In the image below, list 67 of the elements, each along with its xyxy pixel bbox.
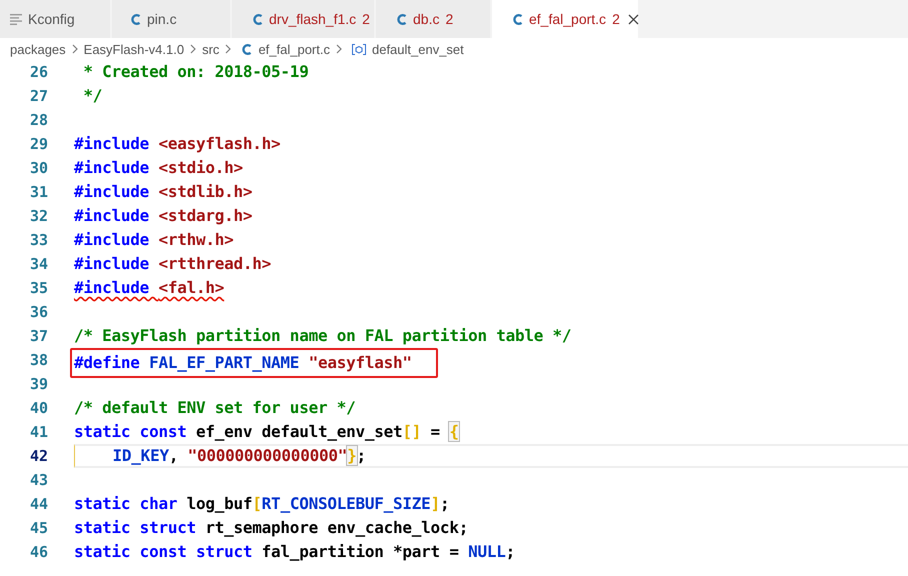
chevron-icon: [190, 44, 196, 54]
line-number: 39: [28, 374, 48, 395]
line-number: 38: [28, 350, 48, 371]
c-file-icon: [512, 12, 523, 26]
line-number: 41: [28, 422, 48, 443]
editor-tab[interactable]: db.c 2: [376, 0, 492, 38]
editor-tab[interactable]: ef_fal_port.c 2: [492, 0, 640, 38]
line-number: 34: [28, 254, 48, 275]
breadcrumb-item[interactable]: EasyFlash-v4.1.0: [84, 42, 184, 56]
problem-count: 2: [362, 11, 370, 27]
code-line: static const struct fal_partition *part = NULL;: [74, 541, 515, 563]
code-line: * Created on: 2018-05-19: [82, 61, 309, 83]
line-number: 37: [28, 326, 48, 347]
tab-label: Kconfig: [28, 11, 75, 27]
line-number: 43: [28, 470, 48, 491]
code-line: /* EasyFlash partition name on FAL partition table */: [74, 325, 572, 347]
breadcrumb-item[interactable]: src: [202, 42, 220, 56]
code-line: #include <easyflash.h>: [74, 133, 280, 155]
code-line: static const ef_env default_env_set[] = {: [74, 421, 459, 443]
editor-tab[interactable]: Kconfig: [0, 0, 112, 38]
editor-tab[interactable]: drv_flash_f1.c 2: [232, 0, 376, 38]
code-line: static struct rt_semaphore env_cache_lock;: [74, 517, 468, 539]
line-number: 31: [28, 182, 48, 203]
code-line: /* default ENV set for user */: [74, 397, 356, 419]
line-number: 46: [28, 542, 48, 563]
c-file-icon: [396, 12, 407, 26]
line-number: 30: [28, 158, 48, 179]
problem-count: 2: [612, 11, 620, 27]
c-file-icon: [130, 12, 141, 26]
code-line: #include <stdio.h>: [74, 157, 243, 179]
breadcrumb-item[interactable]: packages: [10, 42, 66, 56]
code-line: #include <stdarg.h>: [74, 205, 252, 227]
chevron-icon: [225, 44, 232, 54]
line-number: 35: [28, 278, 48, 299]
tab-label: ef_fal_port.c: [529, 11, 606, 27]
problem-count: 2: [445, 11, 454, 27]
variable-icon: [352, 44, 366, 54]
breadcrumb-item[interactable]: ef_fal_port.c: [258, 42, 330, 56]
line-number: 29: [28, 134, 48, 155]
chevron-icon: [336, 44, 342, 54]
line-number: 27: [28, 86, 48, 107]
c-file-icon: [252, 12, 263, 26]
line-number: 44: [28, 494, 48, 515]
code-line: #include <stdlib.h>: [74, 181, 252, 203]
line-number: 42: [28, 446, 48, 467]
line-number: 26: [28, 62, 48, 83]
tab-label: pin.c: [147, 11, 177, 27]
tab-label: db.c: [413, 11, 440, 27]
editor-tab[interactable]: pin.c: [112, 0, 232, 38]
breadcrumb-item[interactable]: default_env_set: [372, 42, 464, 56]
line-number: 45: [28, 518, 48, 539]
tab-label: drv_flash_f1.c: [269, 11, 356, 27]
line-number: 32: [28, 206, 48, 227]
line-number: 40: [28, 398, 48, 419]
code-line: #include <rthw.h>: [74, 229, 234, 251]
code-line: ID_KEY, "000000000000000"};: [112, 446, 366, 466]
lines-icon: [10, 13, 22, 25]
code-line: #include <fal.h>: [74, 277, 224, 299]
code-line: #include <rtthread.h>: [74, 253, 272, 275]
line-number: 33: [28, 230, 48, 251]
c-file-icon: [241, 42, 252, 56]
line-number: 28: [28, 110, 48, 131]
line-number: 36: [28, 302, 48, 323]
code-line: */: [82, 85, 102, 107]
close-icon[interactable]: [628, 14, 639, 24]
code-line: static char log_buf[RT_CONSOLEBUF_SIZE];: [74, 493, 450, 515]
chevron-icon: [72, 44, 78, 54]
